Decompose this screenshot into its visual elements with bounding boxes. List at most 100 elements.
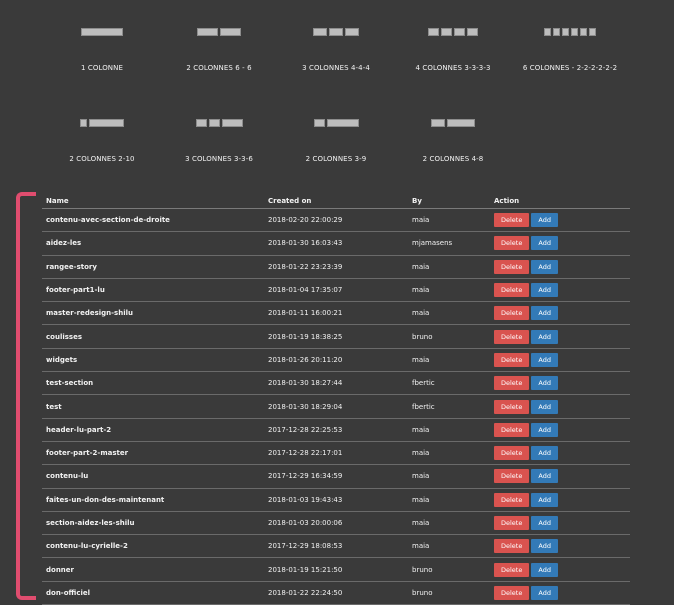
row-by: bruno: [408, 557, 490, 582]
add-button[interactable]: Add: [531, 352, 558, 367]
delete-button[interactable]: Delete: [494, 376, 530, 391]
layout-option[interactable]: 6 COLONNES - 2-2-2-2-2-2: [512, 28, 628, 72]
layout-label: 2 COLONNES 3-9: [305, 155, 367, 163]
add-button[interactable]: Add: [531, 306, 558, 321]
table-row: test 2018-01-30 18:29:04 fbertic Delete Add: [42, 394, 630, 419]
column-block: [208, 119, 220, 127]
row-by: fbertic: [408, 394, 490, 419]
row-actions: Delete Add: [490, 557, 630, 582]
delete-button[interactable]: Delete: [494, 306, 530, 321]
row-actions: Delete Add: [490, 534, 630, 559]
row-by: maia: [408, 441, 490, 466]
delete-button[interactable]: Delete: [494, 329, 530, 344]
layout-option[interactable]: 3 COLONNES 3-3-6: [161, 119, 277, 163]
layout-label: 1 COLONNE: [80, 64, 124, 72]
header-by: By: [408, 193, 490, 209]
row-actions: Delete Add: [490, 464, 630, 489]
delete-button[interactable]: Delete: [494, 283, 530, 298]
column-block: [467, 28, 478, 36]
delete-button[interactable]: Delete: [494, 492, 530, 507]
add-button[interactable]: Add: [531, 399, 558, 414]
column-block: [544, 28, 551, 36]
row-name: footer-part1-lu: [42, 278, 264, 303]
row-by: maia: [408, 348, 490, 373]
column-block: [313, 119, 325, 127]
row-actions: Delete Add: [490, 418, 630, 442]
add-button[interactable]: Add: [531, 492, 558, 507]
table-row: contenu-avec-section-de-droite 2018-02-20…: [42, 208, 630, 233]
delete-button[interactable]: Delete: [494, 516, 530, 530]
add-button[interactable]: Add: [531, 236, 558, 251]
layout-option[interactable]: 3 COLONNES 4-4-4: [278, 28, 394, 72]
layout-label: 2 COLONNES 4-8: [422, 155, 484, 163]
row-by: maia: [408, 488, 490, 512]
row-by: maia: [408, 534, 490, 559]
add-button[interactable]: Add: [531, 283, 558, 298]
column-block: [221, 119, 243, 127]
delete-button[interactable]: Delete: [494, 422, 530, 437]
column-block: [441, 28, 452, 36]
table-row: donner 2018-01-19 15:21:50 bruno Delete Add: [42, 557, 630, 582]
row-by: maia: [408, 511, 490, 536]
table-row: rangee-story 2018-01-22 23:23:39 maia Delet…: [42, 255, 630, 279]
row-created: 2018-02-20 22:00:29: [264, 208, 408, 233]
column-block: [220, 28, 241, 36]
row-created: 2018-01-26 20:11:20: [264, 348, 408, 373]
table-row: coulisses 2018-01-19 18:38:25 bruno Delete A…: [42, 324, 630, 349]
delete-button[interactable]: Delete: [494, 469, 530, 484]
layout-thumbnail-icon: [161, 119, 277, 129]
add-button[interactable]: Add: [531, 469, 558, 484]
layout-label: 2 COLONNES 6 - 6: [186, 64, 252, 72]
sections-table: Name Created on By Action contenu-avec-s…: [42, 193, 630, 605]
add-button[interactable]: Add: [531, 562, 558, 577]
layout-option[interactable]: 4 COLONNES 3-3-3-3: [395, 28, 511, 72]
layout-option[interactable]: 1 COLONNE: [44, 28, 160, 72]
row-created: 2017-12-28 22:25:53: [264, 418, 408, 442]
add-button[interactable]: Add: [531, 446, 558, 461]
delete-button[interactable]: Delete: [494, 213, 530, 228]
add-button[interactable]: Add: [531, 329, 558, 344]
column-block: [580, 28, 587, 36]
row-name: master-redesign-shilu: [42, 301, 264, 326]
row-actions: Delete Add: [490, 441, 630, 466]
delete-button[interactable]: Delete: [494, 259, 530, 274]
delete-button[interactable]: Delete: [494, 236, 530, 251]
delete-button[interactable]: Delete: [494, 352, 530, 367]
row-actions: Delete Add: [490, 301, 630, 326]
table-row: contenu-lu 2017-12-29 16:34:59 maia Delete A…: [42, 464, 630, 489]
add-button[interactable]: Add: [531, 376, 558, 391]
table-row: footer-part-2-master 2017-12-28 22:17:01 m…: [42, 441, 630, 466]
add-button[interactable]: Add: [531, 213, 558, 228]
row-name: donner: [42, 557, 264, 582]
add-button[interactable]: Add: [531, 516, 558, 530]
add-button[interactable]: Add: [531, 585, 558, 600]
row-actions: Delete Add: [490, 208, 630, 233]
layout-option[interactable]: 2 COLONNES 2-10: [44, 119, 160, 163]
header-name: Name: [42, 193, 264, 209]
add-button[interactable]: Add: [531, 259, 558, 274]
layout-option[interactable]: 2 COLONNES 6 - 6: [161, 28, 277, 72]
row-created: 2018-01-19 18:38:25: [264, 324, 408, 349]
layout-option[interactable]: 2 COLONNES 3-9: [278, 119, 394, 163]
row-actions: Delete Add: [490, 581, 630, 605]
delete-button[interactable]: Delete: [494, 562, 530, 577]
layout-label: 3 COLONNES 3-3-6: [185, 155, 253, 163]
layout-label: 6 COLONNES - 2-2-2-2-2-2: [522, 64, 618, 72]
delete-button[interactable]: Delete: [494, 446, 530, 461]
layout-option[interactable]: 2 COLONNES 4-8: [395, 119, 511, 163]
row-created: 2017-12-28 22:17:01: [264, 441, 408, 466]
layout-thumbnail-icon: [278, 28, 394, 38]
row-actions: Delete Add: [490, 488, 630, 512]
row-actions: Delete Add: [490, 324, 630, 349]
delete-button[interactable]: Delete: [494, 539, 530, 554]
delete-button[interactable]: Delete: [494, 399, 530, 414]
row-by: maia: [408, 464, 490, 489]
add-button[interactable]: Add: [531, 539, 558, 554]
layout-thumbnail-icon: [44, 119, 160, 129]
row-name: coulisses: [42, 324, 264, 349]
column-block: [562, 28, 569, 36]
row-name: contenu-avec-section-de-droite: [42, 208, 264, 233]
row-name: aidez-les: [42, 231, 264, 256]
delete-button[interactable]: Delete: [494, 585, 530, 600]
add-button[interactable]: Add: [531, 422, 558, 437]
